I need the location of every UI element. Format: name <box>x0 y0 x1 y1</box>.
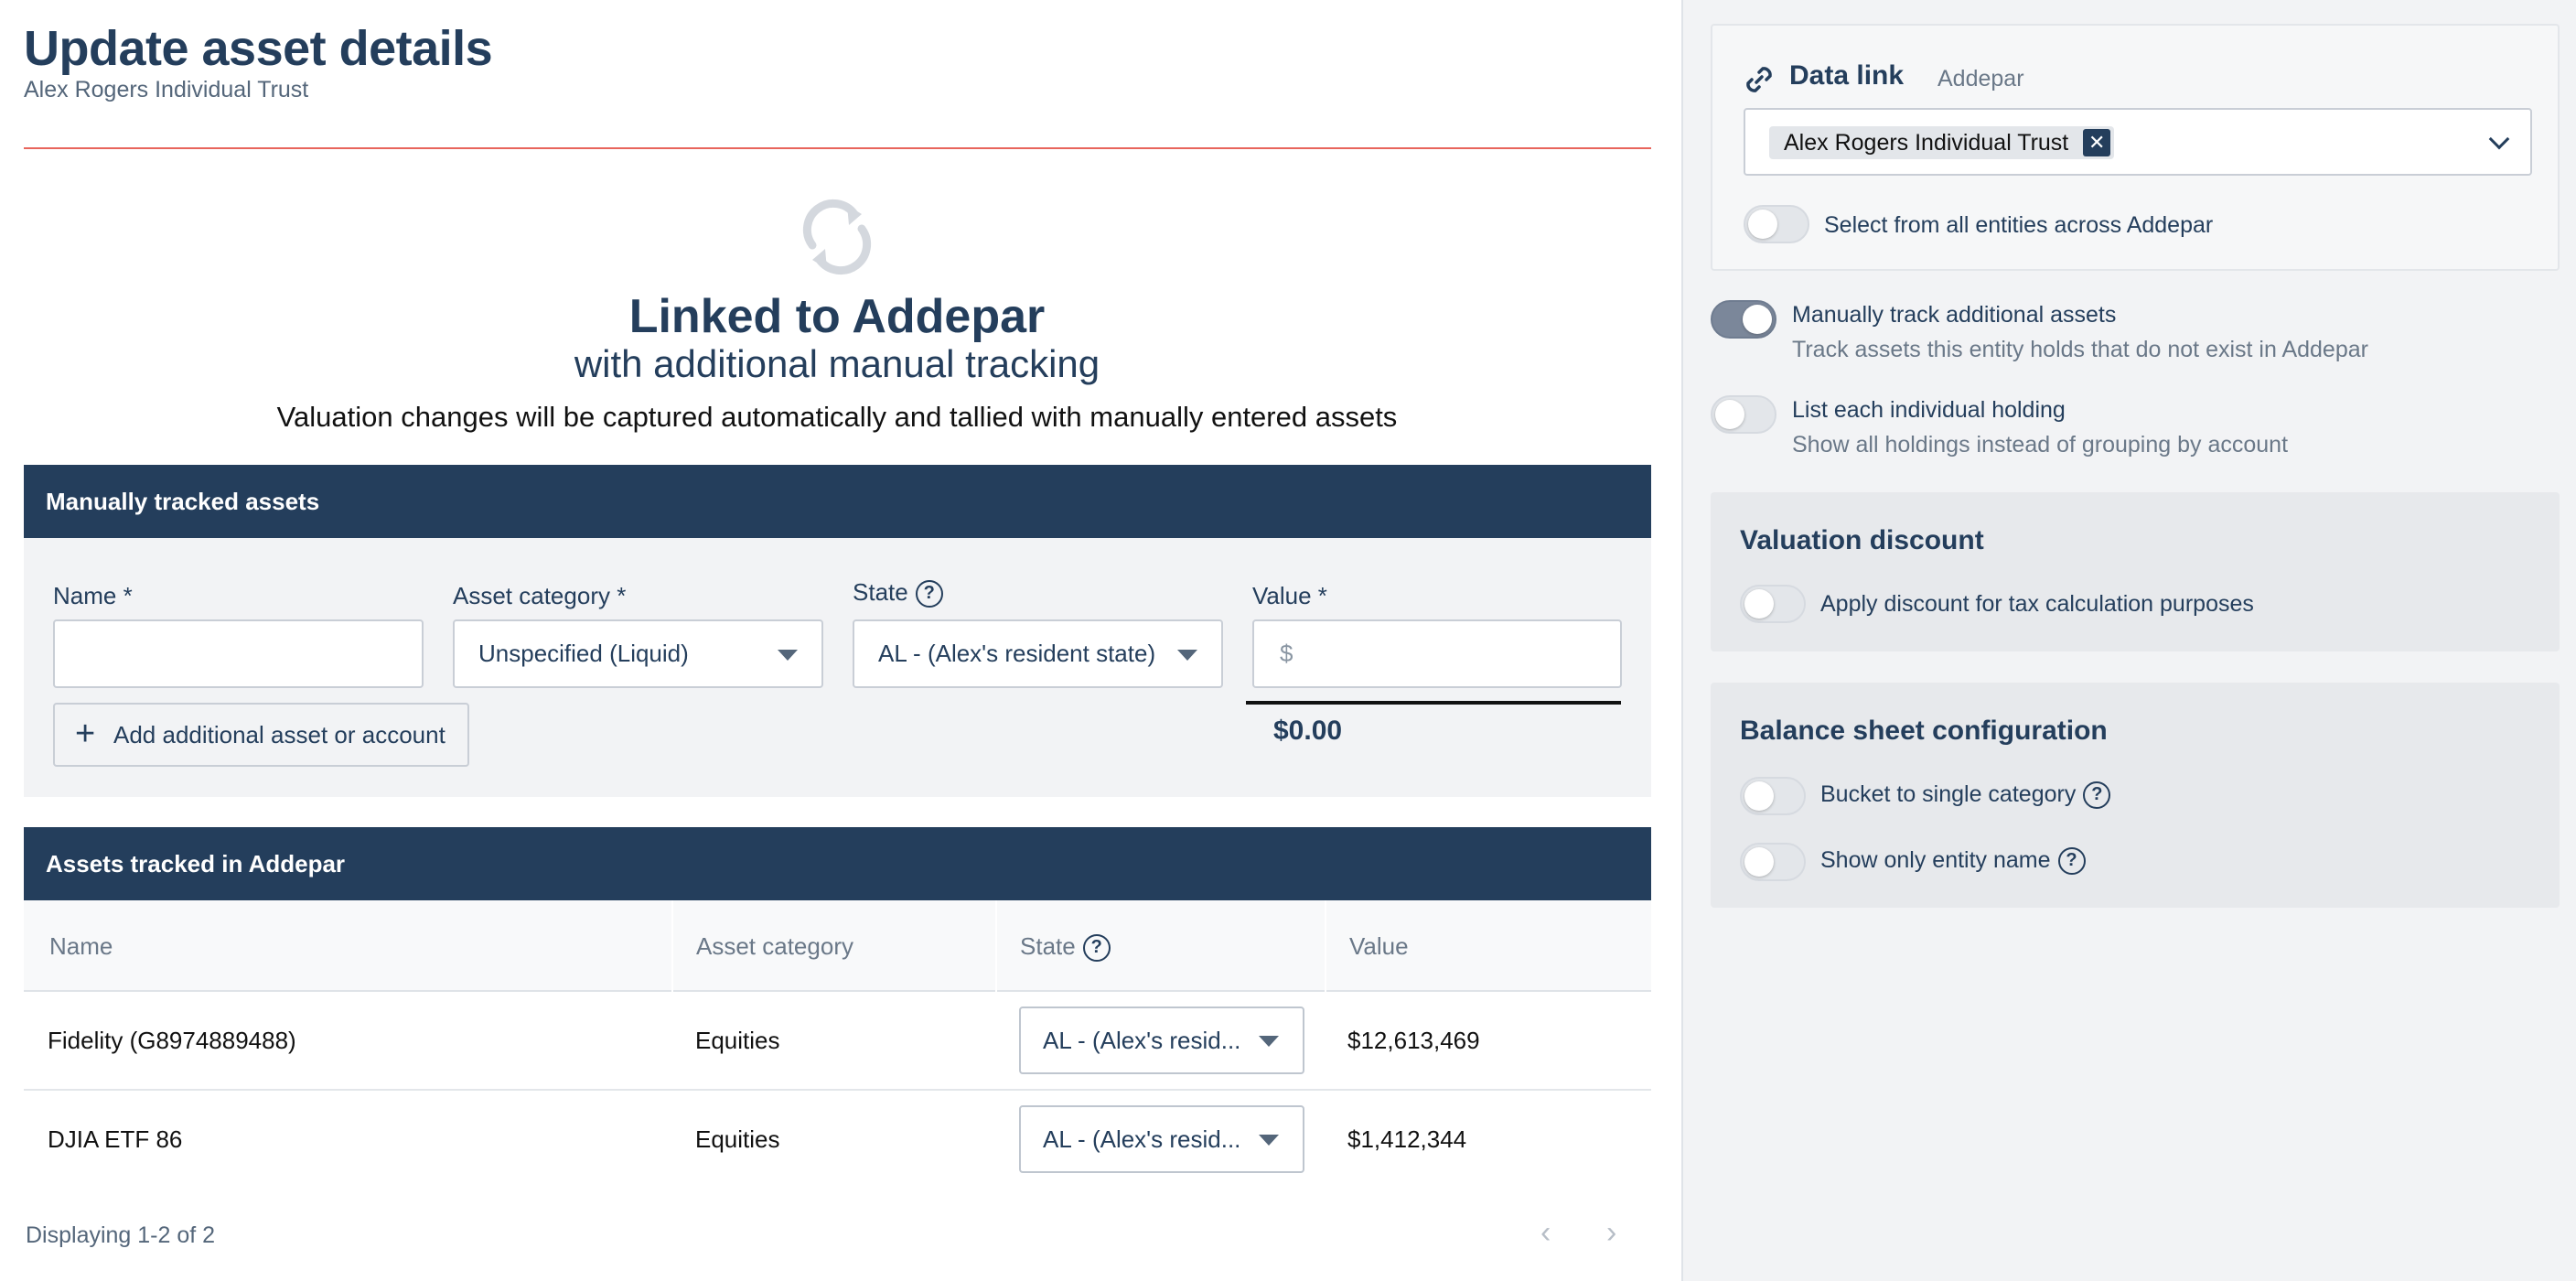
row-state-select[interactable]: AL - (Alex's resid... <box>1019 1105 1304 1173</box>
bucket-label-text: Bucket to single category <box>1820 781 2077 807</box>
table-row: DJIA ETF 86 Equities AL - (Alex's resid.… <box>24 1091 1651 1190</box>
list-holdings-toggle[interactable] <box>1711 395 1776 434</box>
value-label: Value * <box>1252 582 1327 609</box>
data-link-title: Data link <box>1789 60 1905 91</box>
row-value: $1,412,344 <box>1347 1125 1467 1153</box>
page-subtitle: Alex Rogers Individual Trust <box>24 77 309 102</box>
next-page-icon[interactable]: › <box>1606 1215 1616 1251</box>
toggle-knob <box>1744 589 1774 619</box>
manual-assets-header: Manually tracked assets <box>24 465 1651 538</box>
linked-title: Linked to Addepar <box>628 290 1046 343</box>
entity-select[interactable]: Alex Rogers Individual Trust ✕ <box>1744 108 2532 176</box>
state-label-text: State <box>853 578 908 606</box>
asset-category-value: Unspecified (Liquid) <box>478 640 689 667</box>
row-name: Fidelity (G8974889488) <box>48 1027 296 1054</box>
column-divider <box>1325 900 1326 992</box>
help-icon[interactable]: ? <box>915 580 943 608</box>
valuation-discount-label: Apply discount for tax calculation purpo… <box>1820 591 2254 617</box>
toggle-knob <box>1715 400 1744 429</box>
plus-icon: + <box>75 715 96 753</box>
bucket-toggle[interactable] <box>1740 777 1806 815</box>
row-category: Equities <box>695 1027 780 1054</box>
asset-category-select[interactable]: Unspecified (Liquid) <box>453 619 823 688</box>
valuation-discount-title: Valuation discount <box>1740 525 1984 555</box>
linked-description: Valuation changes will be captured autom… <box>276 401 1398 433</box>
manual-track-toggle[interactable] <box>1711 300 1776 339</box>
column-state-label: State <box>1020 932 1076 960</box>
help-icon[interactable]: ? <box>2057 847 2086 876</box>
help-icon[interactable]: ? <box>2083 781 2111 810</box>
asset-category-label: Asset category * <box>453 582 627 609</box>
balance-sheet-card: Balance sheet configuration Bucket to si… <box>1711 683 2560 908</box>
row-value: $12,613,469 <box>1347 1027 1480 1054</box>
main-content: Update asset details Alex Rogers Individ… <box>0 0 1681 1281</box>
help-icon[interactable]: ? <box>1082 934 1111 963</box>
column-divider <box>671 900 673 992</box>
state-value: AL - (Alex's resident state) <box>878 640 1156 667</box>
name-input[interactable] <box>53 619 424 688</box>
caret-down-icon <box>1259 1135 1279 1146</box>
remove-entity-icon[interactable]: ✕ <box>2083 129 2111 156</box>
row-name: DJIA ETF 86 <box>48 1125 183 1153</box>
toggle-knob <box>1744 781 1774 811</box>
sync-icon <box>802 199 872 275</box>
add-asset-button[interactable]: + Add additional asset or account <box>53 703 469 767</box>
data-link-source: Addepar <box>1937 66 2024 92</box>
entity-name-label-text: Show only entity name <box>1820 847 2051 873</box>
row-state-select[interactable]: AL - (Alex's resid... <box>1019 1006 1304 1074</box>
row-state-value: AL - (Alex's resid... <box>1043 1027 1241 1054</box>
caret-down-icon <box>1177 650 1197 661</box>
manual-total: $0.00 <box>1273 716 1343 746</box>
entity-chip: Alex Rogers Individual Trust ✕ <box>1769 126 2115 159</box>
manual-track-label: Manually track additional assets <box>1792 302 2117 328</box>
settings-sidebar: Data link Addepar Alex Rogers Individual… <box>1681 0 2576 1281</box>
column-asset-category: Asset category <box>696 932 853 960</box>
value-input[interactable]: $ <box>1252 619 1622 688</box>
toggle-knob <box>1743 305 1772 334</box>
manual-track-description: Track assets this entity holds that do n… <box>1792 337 2368 362</box>
valuation-discount-card: Valuation discount Apply discount for ta… <box>1711 492 2560 651</box>
link-icon <box>1746 67 1772 92</box>
list-holdings-label: List each individual holding <box>1792 397 2066 423</box>
valuation-discount-toggle[interactable] <box>1740 585 1806 623</box>
all-entities-label: Select from all entities across Addepar <box>1824 212 2214 238</box>
row-state-value: AL - (Alex's resid... <box>1043 1125 1241 1153</box>
caret-down-icon <box>778 650 798 661</box>
addepar-assets-header: Assets tracked in Addepar <box>24 827 1651 900</box>
toggle-knob <box>1744 847 1774 877</box>
toggle-knob <box>1748 210 1777 239</box>
list-holdings-description: Show all holdings instead of grouping by… <box>1792 432 2289 458</box>
column-state: State? <box>1020 900 1111 992</box>
pagination-summary: Displaying 1-2 of 2 <box>26 1222 216 1248</box>
title-divider <box>24 147 1651 149</box>
column-divider <box>995 900 997 992</box>
balance-sheet-title: Balance sheet configuration <box>1740 716 2108 746</box>
entity-chip-label: Alex Rogers Individual Trust <box>1784 130 2069 156</box>
linked-subtitle: with additional manual tracking <box>574 342 1100 385</box>
data-link-card: Data link Addepar Alex Rogers Individual… <box>1711 24 2560 271</box>
caret-down-icon <box>1259 1036 1279 1047</box>
column-name: Name <box>49 932 113 960</box>
previous-page-icon[interactable]: ‹ <box>1540 1215 1551 1251</box>
all-entities-toggle[interactable] <box>1744 205 1809 243</box>
entity-name-toggle[interactable] <box>1740 843 1806 881</box>
name-label: Name * <box>53 582 133 609</box>
entity-name-label: Show only entity name? <box>1820 847 2086 876</box>
currency-prefix: $ <box>1280 640 1293 667</box>
row-category: Equities <box>695 1125 780 1153</box>
table-row: Fidelity (G8974889488) Equities AL - (Al… <box>24 992 1651 1091</box>
table-header: Name Asset category State? Value <box>24 900 1651 992</box>
state-select[interactable]: AL - (Alex's resident state) <box>853 619 1223 688</box>
state-label: State? <box>853 578 943 608</box>
page-title: Update asset details <box>24 21 493 76</box>
total-divider <box>1246 701 1621 705</box>
chevron-down-icon[interactable] <box>2488 128 2510 150</box>
bucket-label: Bucket to single category? <box>1820 781 2111 810</box>
add-asset-label: Add additional asset or account <box>113 721 445 748</box>
column-value: Value <box>1349 932 1409 960</box>
